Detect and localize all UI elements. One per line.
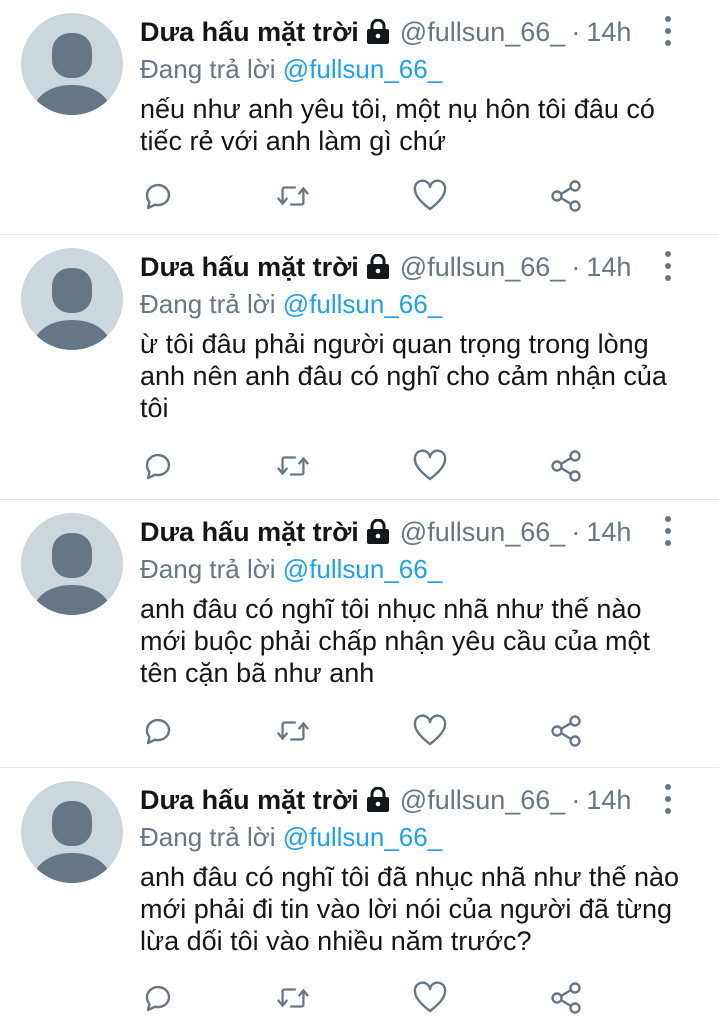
tweet-actions <box>140 440 719 500</box>
user-handle[interactable]: @fullsun_66_ <box>400 517 566 548</box>
share-icon[interactable] <box>548 980 584 1016</box>
replying-to-label: Đang trả lời <box>140 289 276 319</box>
more-vertical-icon[interactable] <box>661 16 675 46</box>
heart-icon[interactable] <box>412 980 448 1016</box>
lock-icon <box>366 19 390 45</box>
tweet[interactable]: Dưa hấu mặt trời @fullsun_66_ · 14h Đang… <box>0 0 719 235</box>
timestamp[interactable]: 14h <box>586 17 631 48</box>
replying-to-label: Đang trả lời <box>140 554 276 584</box>
replying-to: Đang trả lời @fullsun_66_ <box>140 287 703 321</box>
retweet-icon[interactable] <box>275 980 311 1016</box>
avatar[interactable] <box>21 13 123 115</box>
tweet-text: ừ tôi đâu phải người quan trọng trong lò… <box>140 329 667 423</box>
user-handle[interactable]: @fullsun_66_ <box>400 785 566 816</box>
tweet-header: Dưa hấu mặt trời @fullsun_66_ · 14h <box>140 12 703 52</box>
heart-icon[interactable] <box>412 448 448 484</box>
default-avatar-icon <box>31 533 113 615</box>
share-icon[interactable] <box>548 178 584 214</box>
tweet-text: anh đâu có nghĩ tôi đã nhục nhã như thế … <box>140 862 680 956</box>
separator-dot: · <box>571 16 581 47</box>
tweet[interactable]: Dưa hấu mặt trời @fullsun_66_ · 14h Đang… <box>0 500 719 768</box>
default-avatar-icon <box>31 268 113 350</box>
tweet-actions <box>140 705 719 765</box>
lock-icon <box>366 787 390 813</box>
more-vertical-icon[interactable] <box>661 784 675 814</box>
display-name[interactable]: Dưa hấu mặt trời <box>140 17 359 48</box>
tweet-text: anh đâu có nghĩ tôi nhục nhã như thế nào… <box>140 594 651 688</box>
tweet-header: Dưa hấu mặt trời @fullsun_66_ · 14h <box>140 247 703 287</box>
replying-to-label: Đang trả lời <box>140 54 276 84</box>
tweet-text: nếu như anh yêu tôi, một nụ hôn tôi đâu … <box>140 94 655 156</box>
default-avatar-icon <box>31 801 113 883</box>
tweet[interactable]: Dưa hấu mặt trời @fullsun_66_ · 14h Đang… <box>0 768 719 1025</box>
share-icon[interactable] <box>548 713 584 749</box>
tweet-actions <box>140 170 719 230</box>
tweet-actions <box>140 972 719 1032</box>
separator-dot: · <box>571 784 581 815</box>
mention-link[interactable]: @fullsun_66_ <box>283 289 442 319</box>
tweet-header: Dưa hấu mặt trời @fullsun_66_ · 14h <box>140 512 703 552</box>
tweet-header: Dưa hấu mặt trời @fullsun_66_ · 14h <box>140 780 703 820</box>
retweet-icon[interactable] <box>275 448 311 484</box>
retweet-icon[interactable] <box>275 713 311 749</box>
timestamp[interactable]: 14h <box>586 785 631 816</box>
display-name[interactable]: Dưa hấu mặt trời <box>140 252 359 283</box>
tweet-feed: Dưa hấu mặt trời @fullsun_66_ · 14h Đang… <box>0 0 719 1025</box>
avatar[interactable] <box>21 248 123 350</box>
timestamp[interactable]: 14h <box>586 252 631 283</box>
retweet-icon[interactable] <box>275 178 311 214</box>
heart-icon[interactable] <box>412 713 448 749</box>
display-name[interactable]: Dưa hấu mặt trời <box>140 785 359 816</box>
avatar[interactable] <box>21 513 123 615</box>
default-avatar-icon <box>31 33 113 115</box>
user-handle[interactable]: @fullsun_66_ <box>400 17 566 48</box>
separator-dot: · <box>571 516 581 547</box>
replying-to: Đang trả lời @fullsun_66_ <box>140 52 703 86</box>
tweet[interactable]: Dưa hấu mặt trời @fullsun_66_ · 14h Đang… <box>0 235 719 500</box>
display-name[interactable]: Dưa hấu mặt trời <box>140 517 359 548</box>
reply-icon[interactable] <box>140 178 176 214</box>
separator-dot: · <box>571 251 581 282</box>
reply-icon[interactable] <box>140 980 176 1016</box>
replying-to: Đang trả lời @fullsun_66_ <box>140 552 703 586</box>
more-vertical-icon[interactable] <box>661 516 675 546</box>
timestamp[interactable]: 14h <box>586 517 631 548</box>
reply-icon[interactable] <box>140 713 176 749</box>
heart-icon[interactable] <box>412 178 448 214</box>
avatar[interactable] <box>21 781 123 883</box>
lock-icon <box>366 519 390 545</box>
mention-link[interactable]: @fullsun_66_ <box>283 54 442 84</box>
lock-icon <box>366 254 390 280</box>
mention-link[interactable]: @fullsun_66_ <box>283 822 442 852</box>
reply-icon[interactable] <box>140 448 176 484</box>
share-icon[interactable] <box>548 448 584 484</box>
replying-to-label: Đang trả lời <box>140 822 276 852</box>
mention-link[interactable]: @fullsun_66_ <box>283 554 442 584</box>
more-vertical-icon[interactable] <box>661 251 675 281</box>
user-handle[interactable]: @fullsun_66_ <box>400 252 566 283</box>
replying-to: Đang trả lời @fullsun_66_ <box>140 820 703 854</box>
